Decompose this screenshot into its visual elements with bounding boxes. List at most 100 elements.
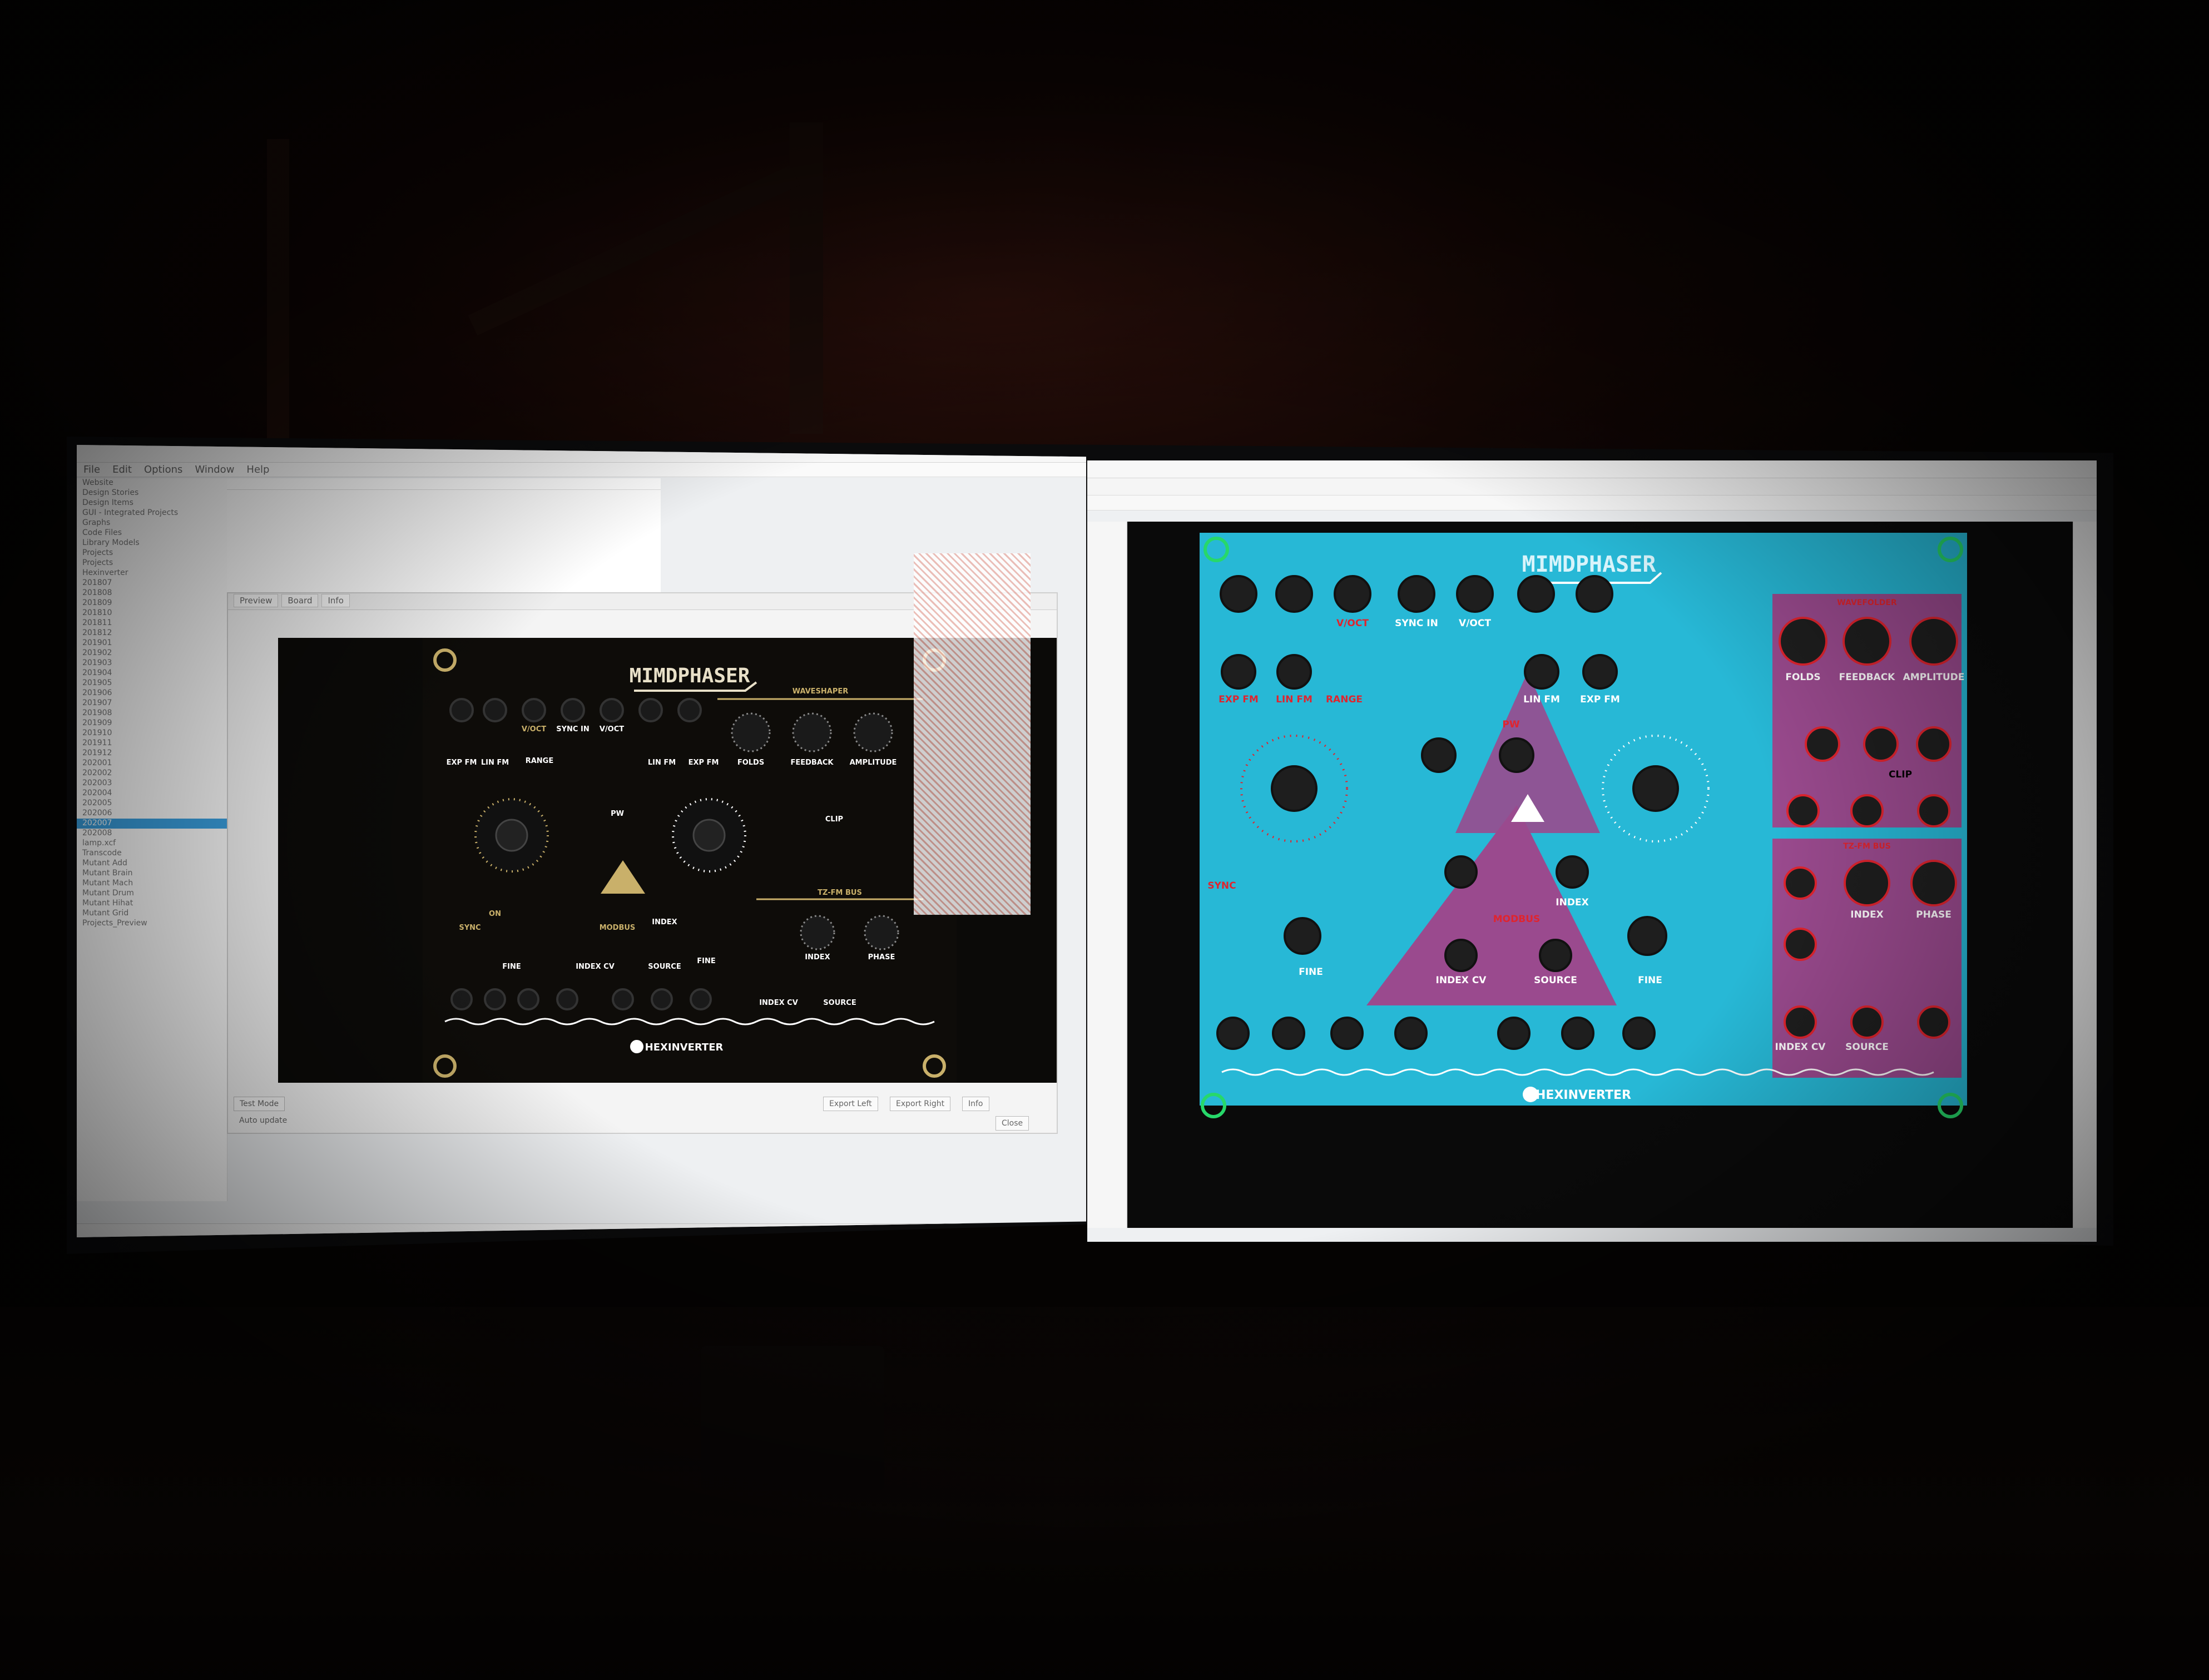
tree-row[interactable]: Mutant Grid bbox=[77, 909, 227, 919]
cyan-label-sync: SYNC bbox=[1207, 880, 1236, 891]
tree-row[interactable]: Projects bbox=[77, 558, 227, 568]
tree-row[interactable]: 201909 bbox=[77, 718, 227, 729]
left-screen: File Edit Options Window Help Website Design … bbox=[77, 445, 1086, 1237]
project-tree[interactable]: Website Design Stories Design Items GUI - I… bbox=[77, 478, 227, 1201]
test-mode-field[interactable]: Test Mode bbox=[234, 1097, 285, 1111]
tree-row[interactable]: 202008 bbox=[77, 829, 227, 839]
cyan-label-amplitude: AMPLITUDE bbox=[1903, 672, 1965, 683]
monitor-stand bbox=[701, 1346, 884, 1490]
tree-row[interactable]: Design Items bbox=[77, 498, 227, 508]
tree-row[interactable]: Library Models bbox=[77, 538, 227, 548]
tree-row[interactable]: Code Files bbox=[77, 528, 227, 538]
dialog-tab[interactable]: Preview bbox=[234, 594, 279, 607]
right-screen: MIMDPHASER V/OCT SYNC IN V/OCT EXP FM LI… bbox=[1087, 460, 2097, 1242]
wall-beam bbox=[267, 139, 289, 450]
cyan-label-fine: FINE bbox=[1299, 967, 1323, 978]
tree-row[interactable]: 202002 bbox=[77, 769, 227, 779]
label-tzfm-bus: TZ-FM BUS bbox=[818, 889, 862, 897]
tree-row[interactable]: Hexinverter bbox=[77, 568, 227, 578]
cyan-label-source: SOURCE bbox=[1534, 975, 1577, 986]
tree-row[interactable]: Design Stories bbox=[77, 488, 227, 498]
cyan-label-sync-in: SYNC IN bbox=[1395, 618, 1438, 629]
dialog-tab[interactable]: Info bbox=[321, 594, 350, 607]
tree-row[interactable]: Projects bbox=[77, 548, 227, 558]
tree-row[interactable]: 201910 bbox=[77, 729, 227, 739]
desk bbox=[0, 1307, 2209, 1680]
tree-row[interactable]: 202007 bbox=[77, 819, 227, 829]
panel-title: MIMDPHASER bbox=[630, 665, 750, 687]
cyan-label-exp-fm-2: EXP FM bbox=[1580, 694, 1620, 705]
auto-update-checkbox[interactable]: Auto update bbox=[239, 1116, 287, 1125]
tree-row[interactable]: 201812 bbox=[77, 628, 227, 638]
export-right-button[interactable]: Export Right bbox=[890, 1097, 951, 1111]
tree-row[interactable]: 201902 bbox=[77, 648, 227, 658]
design-canvas[interactable]: MIMDPHASER V/OCT SYNC IN V/OCT EXP FM LI… bbox=[1127, 522, 2073, 1228]
tree-row[interactable]: 201906 bbox=[77, 688, 227, 698]
tool-palette[interactable] bbox=[1087, 522, 1127, 1228]
tree-row[interactable]: 202005 bbox=[77, 799, 227, 809]
menu-item[interactable]: Help bbox=[246, 464, 269, 475]
cyan-label-exp-fm: EXP FM bbox=[1219, 694, 1259, 705]
menu-item[interactable]: Edit bbox=[112, 464, 132, 475]
tree-row[interactable]: 202004 bbox=[77, 789, 227, 799]
right-toolbar[interactable] bbox=[1087, 478, 2097, 495]
tree-row[interactable]: Website bbox=[77, 478, 227, 488]
dialog-tab[interactable]: Board bbox=[281, 594, 319, 607]
tree-row[interactable]: Mutant Hihat bbox=[77, 899, 227, 909]
label-index-cv-2: INDEX CV bbox=[759, 999, 798, 1007]
right-titlebar bbox=[1087, 460, 2097, 478]
panel-footer-logo: HEXINVERTER bbox=[645, 1042, 724, 1053]
tree-row[interactable]: 201911 bbox=[77, 739, 227, 749]
cyan-label-voct: V/OCT bbox=[1336, 618, 1369, 629]
tree-row[interactable]: 201912 bbox=[77, 749, 227, 759]
cyan-label-phase: PHASE bbox=[1916, 909, 1952, 920]
label-on: ON bbox=[489, 910, 501, 918]
menu-item[interactable]: Window bbox=[195, 464, 234, 475]
menu-item[interactable]: File bbox=[83, 464, 100, 475]
export-left-button[interactable]: Export Left bbox=[823, 1097, 878, 1111]
label-source-2: SOURCE bbox=[823, 999, 856, 1007]
right-toolbar-2[interactable] bbox=[1087, 495, 2097, 511]
tree-row[interactable]: lamp.xcf bbox=[77, 839, 227, 849]
dialog-footer: Test Mode Auto update Export Left Export… bbox=[228, 1094, 1057, 1133]
info-button[interactable]: Info bbox=[962, 1097, 989, 1111]
tree-row[interactable]: Mutant Mach bbox=[77, 879, 227, 889]
tree-row[interactable]: Mutant Brain bbox=[77, 869, 227, 879]
tree-row[interactable]: 202003 bbox=[77, 779, 227, 789]
label-lin-fm: LIN FM bbox=[481, 759, 509, 767]
cyan-label-index-cv: INDEX CV bbox=[1436, 975, 1487, 986]
tree-row[interactable]: Mutant Add bbox=[77, 859, 227, 869]
right-side-panel[interactable] bbox=[2073, 522, 2097, 1228]
cyan-label-fine-2: FINE bbox=[1638, 975, 1662, 986]
tree-row[interactable]: 201807 bbox=[77, 578, 227, 588]
tree-row[interactable]: Transcode bbox=[77, 849, 227, 859]
tree-row[interactable]: 201908 bbox=[77, 708, 227, 718]
tree-row[interactable]: 202006 bbox=[77, 809, 227, 819]
tree-row[interactable]: 201810 bbox=[77, 608, 227, 618]
tree-row[interactable]: 201903 bbox=[77, 658, 227, 668]
tree-row[interactable]: GUI - Integrated Projects bbox=[77, 508, 227, 518]
cyan-label-lin-fm-2: LIN FM bbox=[1523, 694, 1560, 705]
tree-row[interactable]: 201904 bbox=[77, 668, 227, 678]
cyan-label-range: RANGE bbox=[1326, 694, 1363, 705]
cyan-label-modbus: MODBUS bbox=[1493, 914, 1541, 925]
wall-beam bbox=[468, 165, 800, 336]
tree-row[interactable]: 201905 bbox=[77, 678, 227, 688]
label-sync-in: SYNC IN bbox=[556, 725, 589, 734]
close-button[interactable]: Close bbox=[995, 1116, 1029, 1131]
tree-row[interactable]: Projects_Preview bbox=[77, 919, 227, 929]
red-artwork-thumbnail bbox=[914, 553, 1031, 915]
tree-row[interactable]: Mutant Drum bbox=[77, 889, 227, 899]
label-clip: CLIP bbox=[825, 815, 843, 824]
tree-row[interactable]: 201901 bbox=[77, 638, 227, 648]
tree-row[interactable]: 201907 bbox=[77, 698, 227, 708]
label-index: INDEX bbox=[652, 918, 677, 926]
tree-row[interactable]: 201811 bbox=[77, 618, 227, 628]
tree-row[interactable]: 202001 bbox=[77, 759, 227, 769]
tree-row[interactable]: 201808 bbox=[77, 588, 227, 598]
label-exp-fm-2: EXP FM bbox=[689, 759, 719, 767]
label-pw: PW bbox=[611, 810, 624, 818]
tree-row[interactable]: 201809 bbox=[77, 598, 227, 608]
menu-item[interactable]: Options bbox=[144, 464, 182, 475]
tree-row[interactable]: Graphs bbox=[77, 518, 227, 528]
